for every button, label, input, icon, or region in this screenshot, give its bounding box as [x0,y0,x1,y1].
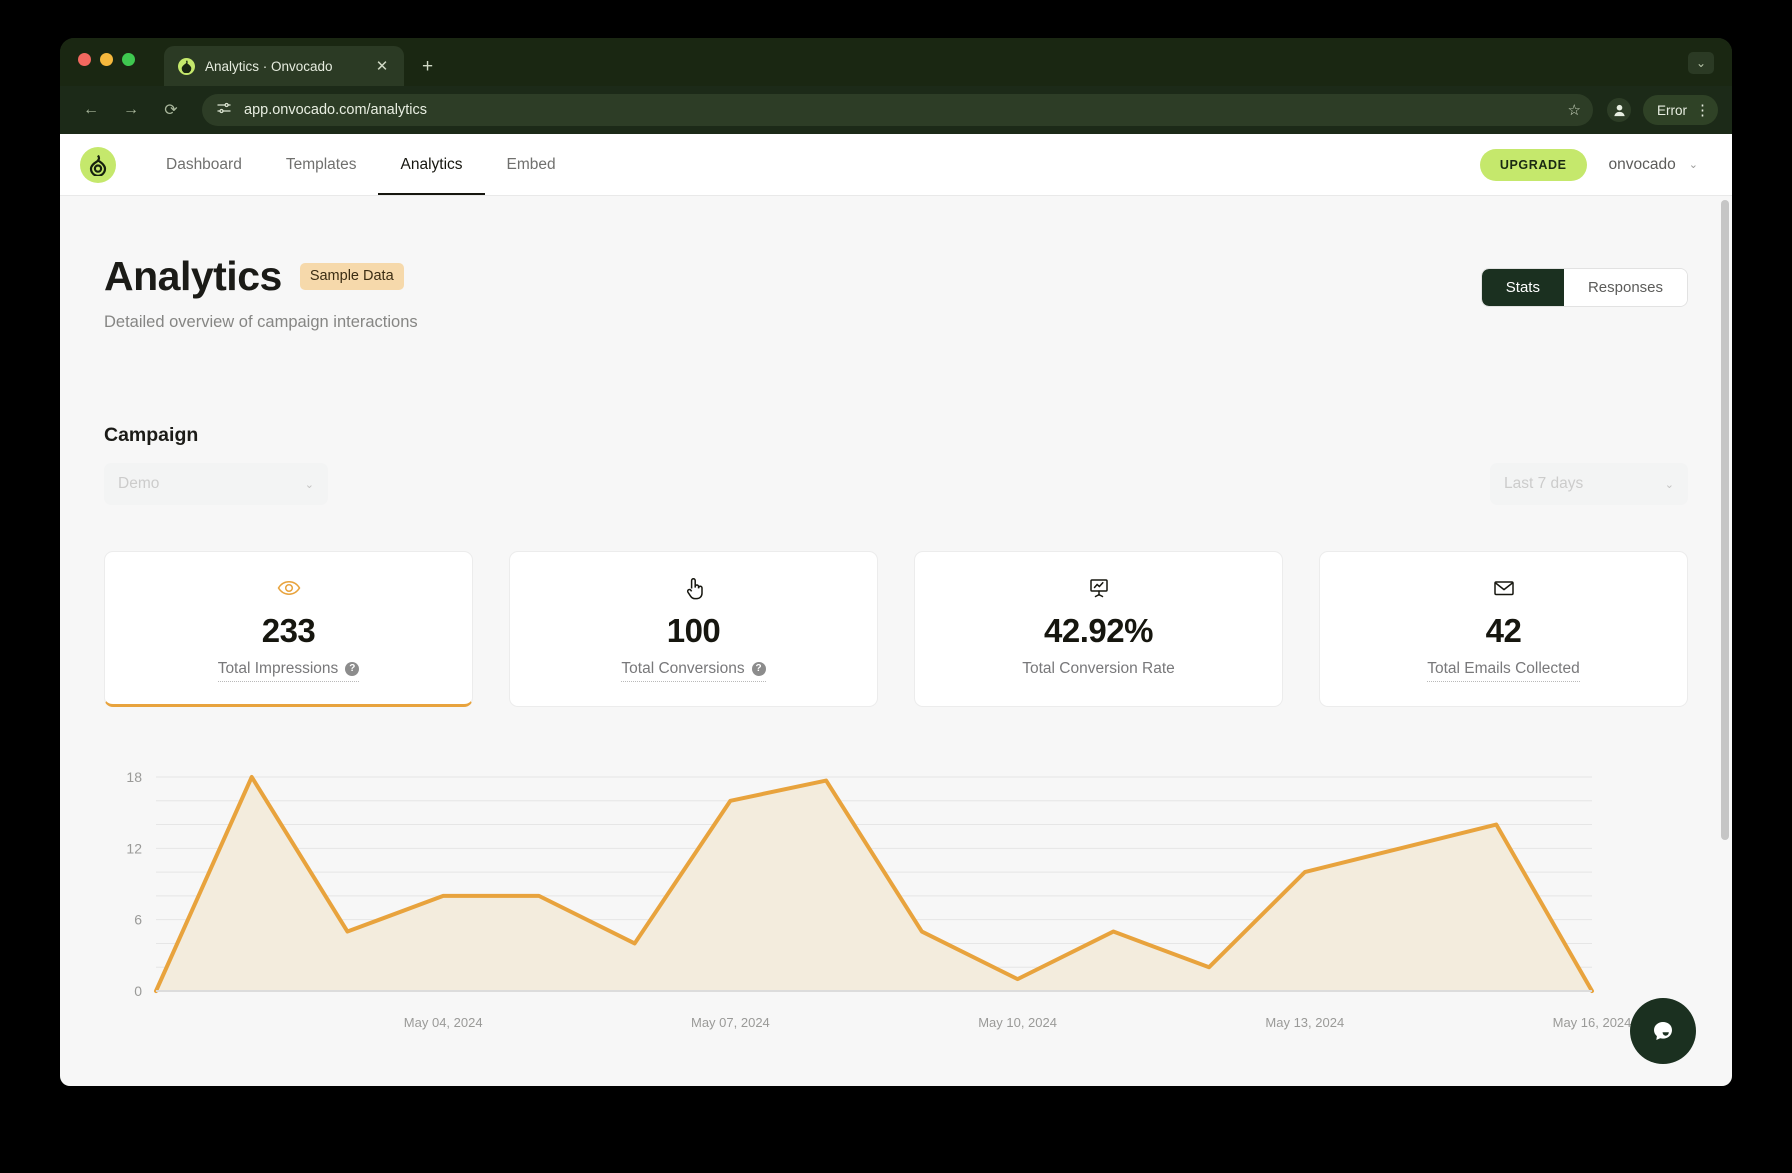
stat-label-group: Total Conversions? [621,660,766,682]
stat-card-total-impressions[interactable]: 233 Total Impressions? [104,551,473,707]
chart-x-tick-label: May 07, 2024 [691,1015,770,1030]
help-icon[interactable]: ? [345,662,360,676]
header-actions: UPGRADE onvocado ⌄ [1479,148,1698,181]
help-icon[interactable]: ? [751,662,766,676]
nav-item-embed[interactable]: Embed [485,134,578,195]
browser-tab-strip: Analytics · Onvocado ✕ + ⌄ [60,38,1732,86]
page-viewport: Dashboard Templates Analytics Embed UPGR… [60,134,1732,1086]
svg-text:18: 18 [126,769,142,785]
browser-toolbar: ← → ⟳ app.onvocado.com/analytics ☆ Error… [60,86,1732,134]
reload-button[interactable]: ⟳ [156,95,186,125]
app-header: Dashboard Templates Analytics Embed UPGR… [60,134,1732,196]
stat-card-total-conversion-rate[interactable]: 42.92% Total Conversion Rate [914,551,1283,707]
chart-x-axis-labels: May 04, 2024 May 07, 2024 May 10, 2024 May … [104,1015,1688,1041]
browser-menu-icon[interactable]: ⋮ [1695,103,1710,118]
svg-text:12: 12 [126,840,142,856]
stat-label: Total Conversions [621,660,745,677]
page-title-row: Analytics Sample Data Detailed overview … [104,256,1688,332]
onvocado-logo-icon[interactable] [80,146,116,183]
browser-tab[interactable]: Analytics · Onvocado ✕ [164,46,404,86]
date-range-select[interactable]: Last 7 days ⌄ [1490,463,1688,505]
new-tab-button[interactable]: + [422,57,433,76]
date-range-value: Last 7 days [1504,475,1584,492]
stat-value: 100 [666,612,721,649]
chart-x-tick-label: May 04, 2024 [403,1015,483,1030]
campaign-select[interactable]: Demo ⌄ [104,463,328,505]
account-menu[interactable]: onvocado ⌄ [1609,156,1698,174]
chevron-down-icon: ⌄ [1664,478,1674,491]
page-subtitle: Detailed overview of campaign interactio… [104,313,418,331]
stat-label: Total Emails Collected [1427,660,1580,677]
tab-stats[interactable]: Stats [1481,269,1564,306]
forward-button[interactable]: → [116,95,146,125]
site-settings-tune-icon[interactable] [216,100,232,121]
nav-item-templates[interactable]: Templates [264,134,379,195]
campaign-select-value: Demo [118,475,160,492]
error-indicator-button[interactable]: Error ⋮ [1643,95,1718,125]
presentation-chart-icon [931,576,1266,600]
page-content: Analytics Sample Data Detailed overview … [60,196,1732,1086]
stat-label-group: Total Impressions? [217,660,360,682]
stat-label: Total Conversion Rate [1022,660,1175,677]
filter-row: Demo ⌄ Last 7 days ⌄ [104,463,1688,505]
envelope-icon [1336,576,1671,600]
upgrade-button[interactable]: UPGRADE [1479,148,1587,181]
stat-label-group: Total Emails Collected [1427,660,1580,682]
minimize-window-button[interactable] [100,53,113,66]
page-title: Analytics [104,253,282,299]
browser-tab-title: Analytics · Onvocado [205,58,333,74]
chat-bubble-icon[interactable] [1630,998,1696,1064]
chart-x-tick-label: May 16, 2024 [1552,1015,1632,1030]
tab-list-chevron-down-icon[interactable]: ⌄ [1688,52,1714,74]
address-bar-url: app.onvocado.com/analytics [244,102,427,118]
window-traffic-lights [78,53,135,66]
stat-label: Total Impressions [217,660,339,677]
nav-item-dashboard[interactable]: Dashboard [144,134,264,195]
pointer-hand-icon [526,576,861,600]
scrollbar-thumb[interactable] [1721,200,1729,840]
view-toggle: Stats Responses [1480,268,1688,307]
chart-canvas: 0 6 12 18 [126,769,1594,999]
maximize-window-button[interactable] [122,53,135,66]
nav-item-analytics[interactable]: Analytics [378,134,485,195]
page-scrollbar[interactable] [1721,200,1729,1020]
account-name-label: onvocado [1608,155,1676,173]
stat-value: 42.92% [1044,612,1153,649]
stat-value: 42 [1485,612,1522,649]
close-tab-button[interactable]: ✕ [372,59,392,74]
eye-icon [121,576,456,600]
stat-card-total-conversions[interactable]: 100 Total Conversions? [509,551,878,707]
address-bar[interactable]: app.onvocado.com/analytics ☆ [202,94,1593,126]
stat-value: 233 [261,612,316,649]
error-label: Error [1657,102,1687,118]
chart-x-tick-label: May 10, 2024 [978,1015,1057,1030]
svg-text:0: 0 [134,983,142,999]
svg-text:6: 6 [134,912,142,928]
back-button[interactable]: ← [76,95,106,125]
chart-x-tick-label: May 13, 2024 [1265,1015,1345,1030]
stat-cards: 233 Total Impressions? 100 Total Convers… [104,551,1688,707]
browser-window: Analytics · Onvocado ✕ + ⌄ ← → ⟳ app.onv… [60,38,1732,1086]
chevron-down-icon: ⌄ [1688,159,1698,171]
browser-profile-icon[interactable] [1607,98,1631,122]
tab-responses[interactable]: Responses [1563,269,1687,306]
campaign-section: Campaign Demo ⌄ Last 7 days ⌄ [104,424,1688,505]
sample-data-badge: Sample Data [299,263,404,290]
avocado-favicon-icon [178,57,195,75]
close-window-button[interactable] [78,53,91,66]
stat-card-total-emails-collected[interactable]: 42 Total Emails Collected [1319,551,1688,707]
stat-label-group: Total Conversion Rate [1022,660,1175,678]
campaign-section-label: Campaign [104,424,199,446]
impressions-area-chart[interactable]: 0 6 12 18 May 04, 2024 May 07, 2024 May 10, 2… [104,769,1688,1030]
bookmark-star-icon[interactable]: ☆ [1568,101,1581,119]
main-navigation: Dashboard Templates Analytics Embed [144,134,578,195]
chevron-down-icon: ⌄ [304,478,314,491]
